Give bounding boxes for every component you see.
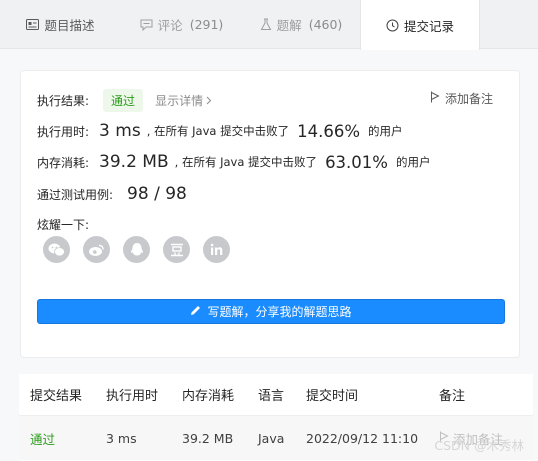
flask-icon [260, 18, 272, 31]
show-details-label: 显示详情 [155, 94, 204, 108]
row-runtime: 3 ms [106, 430, 137, 446]
row-language: Java [258, 430, 285, 446]
table-row[interactable]: 通过 3 ms 39.2 MB Java 2022/09/12 11:10 添加… [19, 416, 533, 460]
share-label: 炫耀一下: [37, 218, 90, 232]
submission-result-card: 执行结果: 通过 显示详情 添加备注 执行用时: 3 ms , 在所有 Java… [20, 70, 520, 358]
memory-percent: 63.01% [325, 152, 388, 172]
header-runtime: 执行用时 [106, 389, 159, 404]
memory-label: 内存消耗: [37, 155, 90, 170]
tab-comments[interactable]: 评论 (291) [121, 0, 242, 49]
comment-icon [140, 19, 153, 31]
submissions-table: 提交结果 执行用时 内存消耗 语言 提交时间 备注 通过 3 ms 39.2 M… [19, 374, 533, 461]
flag-icon [439, 431, 449, 446]
header-note: 备注 [439, 389, 466, 404]
document-icon [26, 19, 40, 30]
row-memory: 39.2 MB [182, 430, 234, 446]
memory-value: 39.2 MB [99, 152, 169, 172]
memory-text: , 在所有 Java 提交中击败了 [174, 155, 318, 169]
tab-label: 提交记录 [403, 18, 454, 34]
runtime-row: 执行用时: 3 ms , 在所有 Java 提交中击败了 14.66% 的用户 [37, 121, 403, 141]
qq-icon[interactable] [123, 236, 150, 263]
tab-solutions[interactable]: 题解 (460) [242, 0, 360, 49]
testcases-value: 98 / 98 [127, 184, 187, 204]
runtime-suffix: 的用户 [368, 124, 403, 138]
add-note-label: 添加备注 [444, 92, 493, 106]
header-status: 提交结果 [30, 389, 83, 404]
tab-count: (291) [189, 17, 224, 32]
add-note-button[interactable]: 添加备注 [430, 90, 493, 107]
wechat-icon[interactable] [43, 236, 70, 263]
runtime-text: , 在所有 Java 提交中击败了 [146, 124, 290, 138]
share-buttons [43, 236, 230, 263]
runtime-percent: 14.66% [297, 121, 361, 141]
douban-icon[interactable] [163, 236, 190, 263]
tab-label: 题解 [276, 18, 302, 33]
testcases-row: 通过测试用例: 98 / 98 [37, 184, 193, 204]
flag-icon [430, 91, 440, 106]
row-note-label: 添加备注 [453, 431, 504, 447]
header-memory: 内存消耗 [182, 389, 235, 404]
row-add-note-button[interactable]: 添加备注 [439, 429, 503, 448]
linkedin-icon[interactable] [203, 236, 230, 263]
row-status-link[interactable]: 通过 [30, 429, 55, 448]
row-time: 2022/09/12 11:10 [306, 430, 419, 446]
write-solution-label: 写题解，分享我的解题思路 [207, 305, 352, 319]
result-row: 执行结果: 通过 显示详情 [37, 89, 212, 112]
tab-bar: 题目描述 评论 (291) 题解 (460) 提交记录 [0, 0, 538, 50]
result-label: 执行结果: [37, 94, 90, 108]
status-badge: 通过 [103, 89, 144, 112]
pencil-icon [190, 305, 201, 319]
chevron-right-icon [206, 94, 212, 108]
header-language: 语言 [258, 389, 285, 404]
tab-label: 评论 [157, 18, 183, 33]
tab-submissions[interactable]: 提交记录 [360, 0, 480, 50]
tab-description[interactable]: 题目描述 [0, 0, 121, 49]
show-details-link[interactable]: 显示详情 [155, 92, 212, 109]
clock-icon [386, 19, 399, 32]
tab-label: 题目描述 [44, 18, 95, 33]
memory-suffix: 的用户 [395, 155, 431, 169]
weibo-icon[interactable] [83, 236, 110, 263]
write-solution-button[interactable]: 写题解，分享我的解题思路 [37, 299, 505, 324]
table-header: 提交结果 执行用时 内存消耗 语言 提交时间 备注 [19, 374, 533, 416]
testcases-label: 通过测试用例: [37, 187, 114, 202]
tab-count: (460) [308, 17, 343, 32]
share-label-row: 炫耀一下: [37, 216, 89, 233]
header-time: 提交时间 [306, 389, 359, 404]
runtime-label: 执行用时: [37, 124, 90, 139]
memory-row: 内存消耗: 39.2 MB , 在所有 Java 提交中击败了 63.01% 的… [37, 152, 430, 172]
runtime-value: 3 ms [99, 121, 141, 141]
